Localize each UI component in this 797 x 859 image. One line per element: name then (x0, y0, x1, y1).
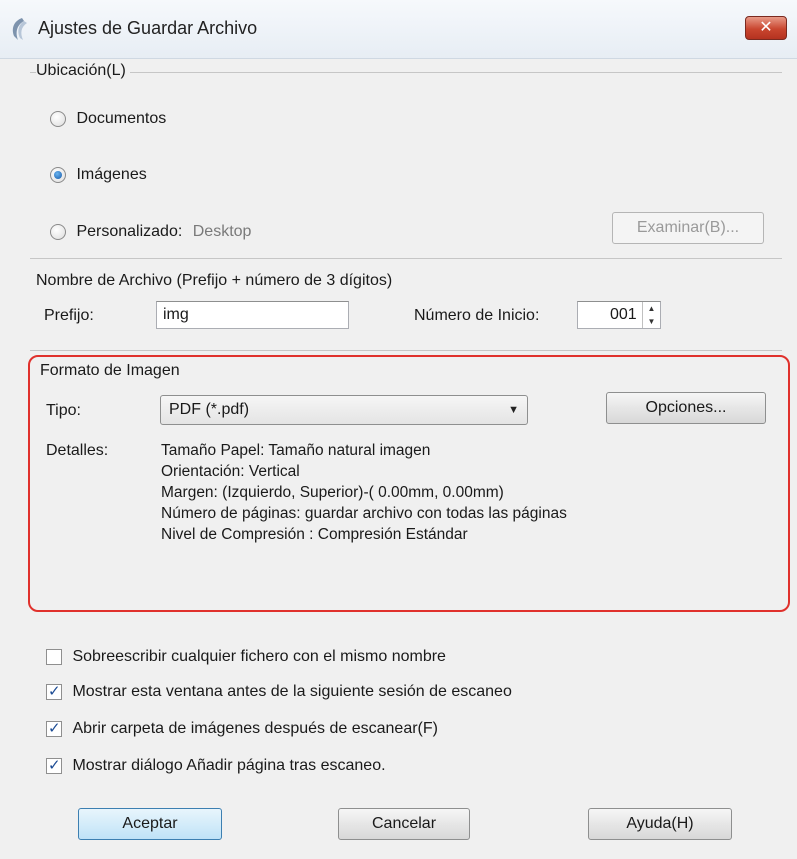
close-icon: ✕ (759, 19, 773, 36)
prefix-input[interactable]: img (156, 301, 349, 329)
cancel-button[interactable]: Cancelar (338, 808, 470, 840)
start-number-field[interactable]: 001 ▲ ▼ (577, 301, 661, 329)
checkbox-checked-icon (46, 682, 62, 700)
close-button[interactable]: ✕ (745, 16, 787, 40)
radio-imagenes[interactable]: Imágenes (50, 166, 147, 184)
checkbox-overwrite-label: Sobreescribir cualquier fichero con el m… (72, 648, 446, 665)
start-number-value: 001 (610, 306, 637, 323)
checkbox-show-window[interactable]: Mostrar esta ventana antes de la siguien… (46, 682, 512, 701)
checkbox-open-folder[interactable]: Abrir carpeta de imágenes después de esc… (46, 719, 438, 738)
details-label: Detalles: (46, 442, 109, 459)
checkbox-show-window-label: Mostrar esta ventana antes de la siguien… (72, 683, 512, 700)
radio-personalizado[interactable]: Personalizado: Desktop (50, 223, 251, 241)
radio-personalizado-label: Personalizado: (76, 223, 183, 240)
type-select-value: PDF (*.pdf) (169, 401, 250, 418)
radio-imagenes-label: Imágenes (76, 166, 147, 183)
format-group-border (30, 350, 782, 351)
details-line: Número de páginas: guardar archivo con t… (161, 505, 567, 522)
details-line: Tamaño Papel: Tamaño natural imagen (161, 442, 431, 459)
location-group-label: Ubicación(L) (36, 62, 130, 80)
checkbox-open-folder-label: Abrir carpeta de imágenes después de esc… (72, 720, 438, 737)
title-bar: Ajustes de Guardar Archivo ✕ (0, 0, 797, 59)
type-label: Tipo: (46, 402, 81, 419)
start-number-spinner[interactable]: ▲ ▼ (642, 302, 660, 328)
checkbox-icon (46, 648, 62, 665)
spin-up-icon[interactable]: ▲ (643, 302, 660, 315)
checkbox-checked-icon (46, 756, 62, 774)
radio-documentos-label: Documentos (76, 110, 167, 127)
browse-button[interactable]: Examinar(B)... (612, 212, 764, 244)
checkbox-add-page-dialog-label: Mostrar diálogo Añadir página tras escan… (72, 757, 386, 774)
start-number-label: Número de Inicio: (414, 307, 540, 324)
radio-icon (50, 110, 66, 127)
filename-group-label: Nombre de Archivo (Prefijo + número de 3… (36, 272, 393, 289)
scanner-app-icon (12, 18, 27, 40)
radio-selected-icon (50, 166, 66, 183)
window-title: Ajustes de Guardar Archivo (38, 18, 258, 38)
spin-down-icon[interactable]: ▼ (643, 315, 660, 328)
checkbox-overwrite[interactable]: Sobreescribir cualquier fichero con el m… (46, 648, 446, 666)
type-select[interactable]: PDF (*.pdf) ▼ (160, 395, 528, 425)
help-button[interactable]: Ayuda(H) (588, 808, 732, 840)
checkbox-checked-icon (46, 719, 62, 737)
radio-documentos[interactable]: Documentos (50, 110, 166, 128)
accept-button[interactable]: Aceptar (78, 808, 222, 840)
chevron-down-icon: ▼ (508, 404, 519, 416)
details-line: Orientación: Vertical (161, 463, 300, 480)
filename-group-border (30, 258, 782, 259)
location-group-border (30, 72, 782, 73)
details-line: Margen: (Izquierdo, Superior)-( 0.00mm, … (161, 484, 504, 501)
details-line: Nivel de Compresión : Compresión Estánda… (161, 526, 468, 543)
options-button[interactable]: Opciones... (606, 392, 766, 424)
checkbox-add-page-dialog[interactable]: Mostrar diálogo Añadir página tras escan… (46, 756, 386, 775)
custom-path: Desktop (192, 223, 252, 240)
format-group-label: Formato de Imagen (40, 362, 180, 379)
prefix-label: Prefijo: (44, 307, 94, 324)
radio-icon (50, 223, 66, 240)
